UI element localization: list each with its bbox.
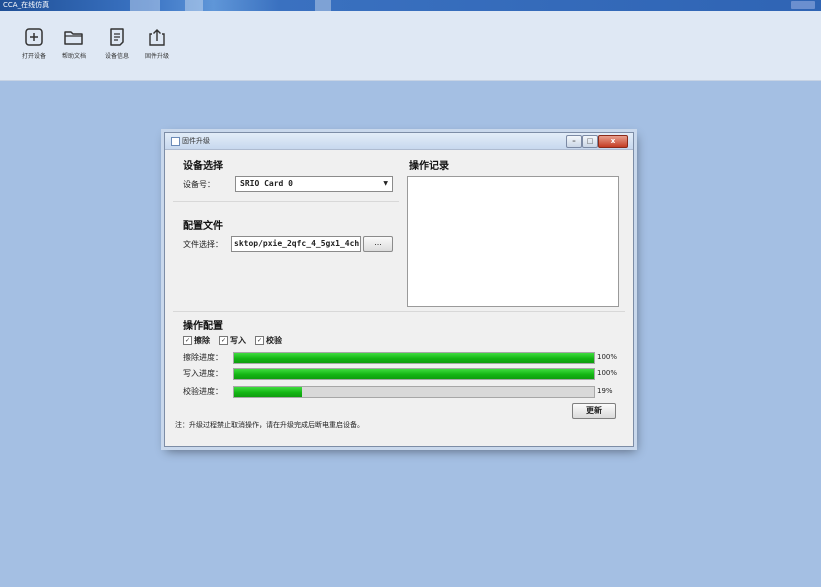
verify-progress-label: 校验进度： (183, 387, 223, 396)
firmware-upgrade-button[interactable]: 固件升级 (140, 27, 174, 60)
verify-progress-text: 19% (597, 387, 613, 395)
minimize-icon: – (572, 137, 576, 145)
update-button[interactable]: 更新 (572, 403, 616, 419)
chevron-down-icon: ▼ (383, 180, 388, 187)
checkbox-check-icon: ✓ (255, 336, 264, 345)
browse-button[interactable]: ... (363, 236, 393, 252)
checkbox-check-icon: ✓ (219, 336, 228, 345)
write-progress-bar (233, 368, 595, 380)
divider (173, 311, 625, 312)
maximize-button[interactable]: □ (582, 135, 598, 148)
erase-progress-bar (233, 352, 595, 364)
checkbox-check-icon: ✓ (183, 336, 192, 345)
progress-fill (234, 353, 594, 363)
firmware-upgrade-dialog: 固件升级 – □ x 设备选择 设备号： SRIO Card 0 ▼ 配置文件 … (164, 132, 634, 447)
erase-label: 擦除 (194, 336, 210, 345)
upgrade-note: 注：升级过程禁止取消操作，请在升级完成后断电重启设备。 (175, 421, 364, 429)
help-docs-button[interactable]: 帮助文档 (57, 27, 91, 60)
device-info-button[interactable]: 设备信息 (100, 27, 134, 60)
upload-icon (149, 29, 165, 46)
toolbar-label: 设备信息 (104, 53, 129, 60)
write-label: 写入 (230, 336, 246, 345)
device-select[interactable]: SRIO Card 0 ▼ (235, 176, 393, 192)
progress-fill (234, 387, 303, 397)
app-titlebar: CCA_在线仿真 (0, 0, 821, 11)
main-toolbar: 打开设备 帮助文档 设备信息 固件升级 (0, 11, 821, 81)
close-button[interactable]: x (598, 135, 628, 148)
log-section-title: 操作记录 (409, 161, 449, 172)
dialog-title: 固件升级 (182, 137, 210, 145)
minimize-button[interactable]: – (566, 135, 582, 148)
file-path-value: sktop/pxie_2qfc_4_5gx1_4ch. (234, 239, 361, 248)
write-progress-label: 写入进度： (183, 369, 223, 378)
file-path-input[interactable]: sktop/pxie_2qfc_4_5gx1_4ch. (231, 236, 361, 252)
toolbar-label: 打开设备 (21, 53, 46, 60)
dialog-titlebar: 固件升级 – □ x (165, 133, 633, 150)
progress-fill (234, 369, 594, 379)
dialog-app-icon (171, 137, 180, 146)
device-select-value: SRIO Card 0 (240, 179, 293, 188)
plus-square-icon (25, 28, 43, 46)
open-device-button[interactable]: 打开设备 (17, 27, 51, 60)
verify-label: 校验 (266, 336, 282, 345)
titlebar-decoration (315, 0, 331, 11)
verify-checkbox[interactable]: ✓ 校验 (255, 335, 282, 346)
toolbar-label: 固件升级 (144, 53, 169, 60)
erase-checkbox[interactable]: ✓ 擦除 (183, 335, 210, 346)
titlebar-decoration (185, 0, 203, 11)
device-section-title: 设备选择 (183, 161, 223, 172)
toolbar-label: 帮助文档 (61, 53, 86, 60)
maximize-icon: □ (586, 137, 594, 145)
document-icon (110, 28, 124, 46)
device-label: 设备号： (183, 180, 215, 189)
app-title: CCA_在线仿真 (3, 1, 50, 9)
titlebar-decoration (130, 0, 160, 11)
erase-progress-label: 擦除进度： (183, 353, 223, 362)
verify-progress-bar (233, 386, 595, 398)
operation-log-area[interactable] (407, 176, 619, 307)
op-section-title: 操作配置 (183, 321, 223, 332)
file-label: 文件选择： (183, 240, 223, 249)
erase-progress-text: 100% (597, 353, 618, 361)
config-section-title: 配置文件 (183, 221, 223, 232)
close-icon: x (610, 137, 616, 145)
window-controls[interactable] (791, 1, 815, 9)
folder-icon (64, 31, 83, 45)
write-checkbox[interactable]: ✓ 写入 (219, 335, 246, 346)
divider (173, 201, 399, 202)
write-progress-text: 100% (597, 369, 618, 377)
